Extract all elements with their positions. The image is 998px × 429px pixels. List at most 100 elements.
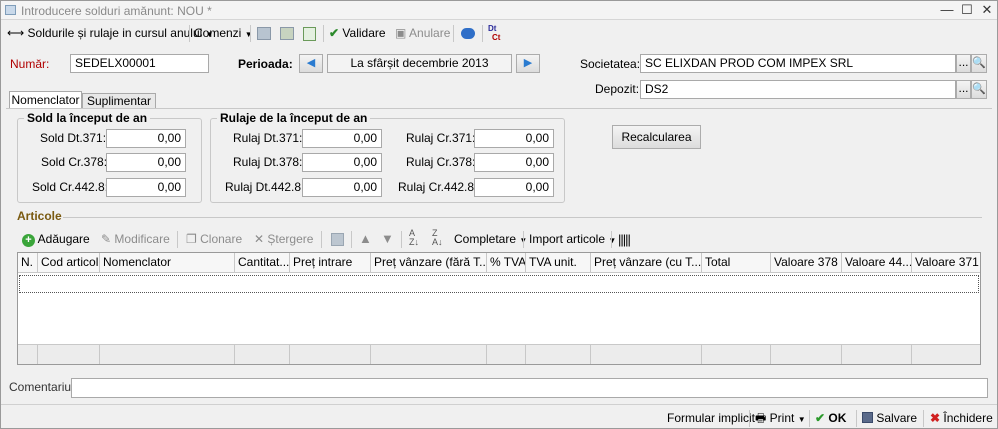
barcode-icon[interactable]: ||||| bbox=[618, 232, 631, 247]
rulaj-cr-371-field[interactable]: 0,00 bbox=[474, 129, 554, 148]
clone-icon: ❐ bbox=[186, 232, 197, 246]
rulaj-dt-371-field[interactable]: 0,00 bbox=[302, 129, 382, 148]
maximize-icon[interactable]: ☐ bbox=[958, 2, 976, 18]
comenzi-menu[interactable]: Comenzi ▼ bbox=[194, 25, 253, 42]
cancel-doc-icon: ▣ bbox=[395, 26, 407, 40]
sold-row-label: Sold Dt.371: bbox=[40, 131, 107, 145]
footer-bar: Formular implicit 🖶 Print ▼ ✔ OK Salvare… bbox=[1, 404, 997, 429]
depozit-field[interactable]: DS2 bbox=[640, 80, 956, 99]
print-menu[interactable]: 🖶 Print ▼ bbox=[755, 410, 806, 427]
save-doc-icon[interactable] bbox=[257, 27, 271, 40]
sold-group-title: Sold la început de an bbox=[24, 111, 151, 125]
validare-button[interactable]: ✔ Validare bbox=[329, 25, 386, 42]
rulaj-row-label: Rulaj Dt.442.8: bbox=[225, 180, 305, 194]
column-header[interactable]: N. bbox=[18, 253, 38, 273]
societatea-field[interactable]: SC ELIXDAN PROD COM IMPEX SRL bbox=[640, 54, 956, 73]
rulaj-row-label: Rulaj Dt.378: bbox=[233, 155, 303, 169]
ok-button[interactable]: ✔ OK bbox=[815, 410, 846, 427]
sold-cr-4428-field[interactable]: 0,00 bbox=[106, 178, 186, 197]
column-header[interactable]: Valoare 44... bbox=[842, 253, 912, 273]
column-header[interactable]: Valoare 371 bbox=[912, 253, 980, 273]
column-header[interactable]: Valoare 378 bbox=[771, 253, 842, 273]
comentariu-label: Comentariu: bbox=[9, 380, 75, 394]
sort-asc-icon[interactable]: A Z↓ bbox=[409, 229, 419, 247]
close-icon[interactable]: ✕ bbox=[978, 2, 996, 18]
rulaj-dt-378-field[interactable]: 0,00 bbox=[302, 153, 382, 172]
modificare-button[interactable]: ✎ Modificare bbox=[101, 231, 170, 248]
perioada-label: Perioada: bbox=[238, 57, 293, 71]
debit-credit-icon[interactable]: Dt Ct bbox=[488, 24, 500, 42]
refresh-doc-icon[interactable] bbox=[303, 27, 316, 41]
completare-menu[interactable]: Completare ▼ bbox=[454, 231, 527, 248]
sold-row-label: Sold Cr.378: bbox=[41, 155, 108, 169]
image-icon[interactable] bbox=[280, 27, 294, 40]
validate-check-icon: ✔ bbox=[329, 26, 340, 40]
salvare-button[interactable]: Salvare bbox=[862, 410, 917, 427]
calculator-icon[interactable] bbox=[331, 233, 344, 246]
window-title: Introducere solduri amănunt: NOU * bbox=[21, 4, 212, 18]
articole-divider bbox=[63, 217, 982, 218]
app-icon bbox=[5, 5, 16, 15]
depozit-search-button[interactable]: 🔍 bbox=[971, 80, 987, 99]
arrow-left-icon: ◀ bbox=[306, 57, 316, 69]
title-bar: Introducere solduri amănunt: NOU * — ☐ ✕ bbox=[1, 1, 997, 20]
delete-x-icon: ✕ bbox=[254, 232, 265, 246]
sold-dt-371-field[interactable]: 0,00 bbox=[106, 129, 186, 148]
inchidere-button[interactable]: ✖ Închidere bbox=[930, 410, 993, 427]
search-icon: 🔍 bbox=[972, 83, 986, 95]
add-icon: + bbox=[22, 234, 35, 247]
depozit-browse-button[interactable]: ... bbox=[956, 80, 971, 99]
perioada-field[interactable]: La sfârșit decembrie 2013 bbox=[327, 54, 512, 73]
column-header[interactable]: Cantitat... bbox=[235, 253, 290, 273]
column-header[interactable]: Preț vânzare (fără T... bbox=[371, 253, 487, 273]
rulaj-cr-4428-field[interactable]: 0,00 bbox=[474, 178, 554, 197]
arrow-down-icon[interactable]: ▼ bbox=[381, 231, 394, 246]
stergere-button[interactable]: ✕ Ștergere bbox=[254, 231, 313, 248]
prev-period-button[interactable]: ◀ bbox=[299, 54, 323, 73]
solduri-rulaje-menu[interactable]: ⟷ Soldurile și rulaje in cursul anului ▼ bbox=[7, 25, 214, 42]
rulaj-row-label: Rulaj Cr.378: bbox=[406, 155, 476, 169]
arrow-right-icon: ▶ bbox=[523, 57, 533, 69]
numar-label: Număr: bbox=[10, 57, 50, 71]
anulare-button[interactable]: ▣ Anulare bbox=[395, 25, 450, 42]
rulaj-dt-4428-field[interactable]: 0,00 bbox=[302, 178, 382, 197]
clonare-button[interactable]: ❐ Clonare bbox=[186, 231, 242, 248]
search-icon: 🔍 bbox=[972, 57, 986, 69]
tab-nomenclator[interactable]: Nomenclator bbox=[9, 91, 82, 109]
tab-suplimentar[interactable]: Suplimentar bbox=[82, 93, 156, 109]
next-period-button[interactable]: ▶ bbox=[516, 54, 540, 73]
column-header[interactable]: % TVA bbox=[487, 253, 526, 273]
formular-implicit-link[interactable]: Formular implicit bbox=[667, 410, 755, 427]
sold-cr-378-field[interactable]: 0,00 bbox=[106, 153, 186, 172]
comment-icon[interactable] bbox=[461, 28, 475, 39]
check-icon: ✔ bbox=[815, 411, 826, 425]
column-header[interactable]: Cod articol bbox=[38, 253, 100, 273]
arrow-up-icon[interactable]: ▲ bbox=[359, 231, 372, 246]
societatea-browse-button[interactable]: ... bbox=[956, 54, 971, 73]
column-header[interactable]: Preț intrare bbox=[290, 253, 371, 273]
societatea-search-button[interactable]: 🔍 bbox=[971, 54, 987, 73]
column-header[interactable]: TVA unit. bbox=[526, 253, 591, 273]
sort-desc-icon[interactable]: Z A↓ bbox=[432, 229, 443, 247]
column-header[interactable]: Nomenclator bbox=[100, 253, 235, 273]
column-header[interactable]: Total bbox=[702, 253, 771, 273]
chevron-down-icon: ▼ bbox=[244, 30, 253, 39]
rulaj-row-label: Rulaj Dt.371: bbox=[233, 131, 303, 145]
recalculare-button[interactable]: Recalcularea bbox=[612, 125, 701, 149]
minimize-icon[interactable]: — bbox=[938, 2, 956, 18]
depozit-label: Depozit: bbox=[595, 82, 640, 96]
column-header[interactable]: Preț vânzare (cu T... bbox=[591, 253, 702, 273]
rulaje-group-title: Rulaje de la început de an bbox=[217, 111, 371, 125]
articole-title: Articole bbox=[17, 209, 62, 223]
adaugare-button[interactable]: + Adăugare bbox=[22, 231, 90, 248]
dialog-window: Introducere solduri amănunt: NOU * — ☐ ✕… bbox=[0, 0, 998, 429]
printer-icon: 🖶 bbox=[755, 411, 767, 425]
numar-field[interactable]: SEDELX00001 bbox=[70, 54, 209, 73]
pencil-icon: ✎ bbox=[101, 232, 112, 246]
import-articole-menu[interactable]: Import articole ▼ bbox=[529, 231, 616, 248]
new-row[interactable] bbox=[19, 275, 979, 293]
rulaj-row-label: Rulaj Cr.442.8: bbox=[398, 180, 478, 194]
articole-grid[interactable]: N. Cod articol Nomenclator Cantitat... P… bbox=[17, 252, 981, 365]
comentariu-field[interactable] bbox=[71, 378, 988, 398]
rulaj-cr-378-field[interactable]: 0,00 bbox=[474, 153, 554, 172]
